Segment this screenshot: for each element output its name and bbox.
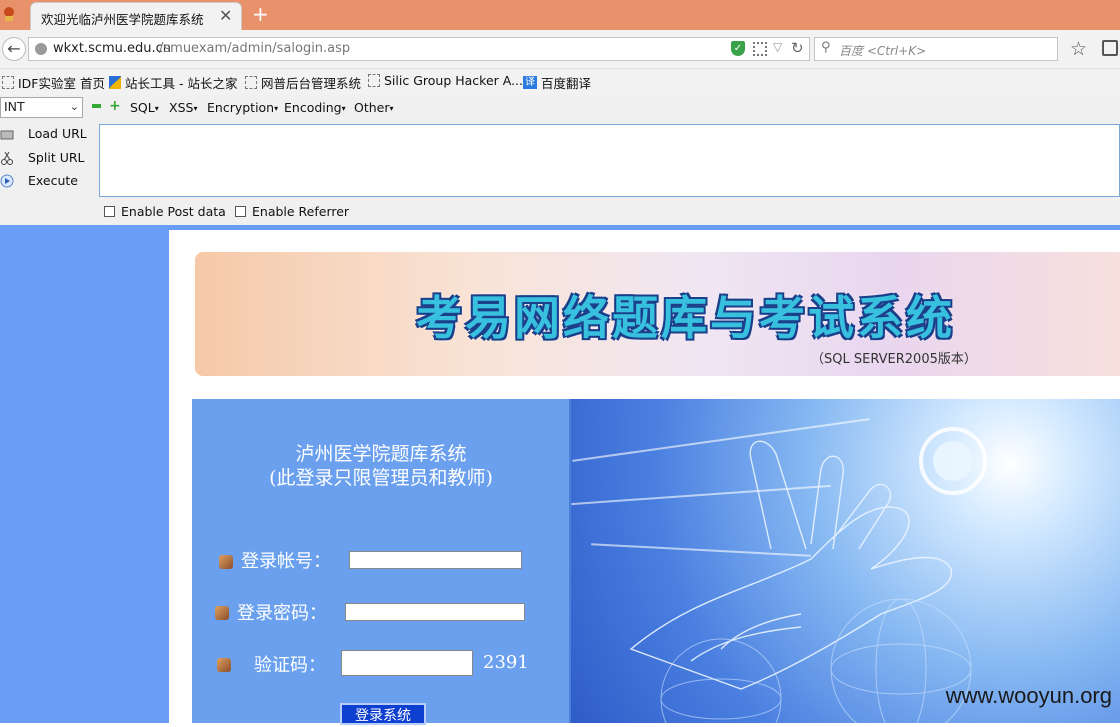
type-select-value: INT (4, 99, 25, 114)
page-icon (2, 76, 14, 89)
page-container: 考易网络题库与考试系统 （SQL SERVER2005版本） 泸州医学院题库系统… (169, 230, 1120, 725)
new-tab-button[interactable]: + (252, 2, 269, 26)
decrease-icon[interactable] (92, 104, 101, 108)
tool-icon (109, 76, 121, 89)
type-select[interactable]: INT ⌄ (0, 97, 83, 118)
bookmark-label: Silic Group Hacker A... (384, 73, 524, 88)
page-viewport: 考易网络题库与考试系统 （SQL SERVER2005版本） 泸州医学院题库系统… (0, 225, 1120, 725)
qrcode-icon[interactable] (753, 42, 767, 56)
search-placeholder: 百度 <Ctrl+K> (839, 44, 927, 58)
user-icon (219, 555, 233, 569)
captcha-code: 2391 (483, 652, 529, 673)
shield-icon[interactable]: ✓ (731, 41, 745, 56)
bookmark-item[interactable]: 站长工具 - 站长之家 (109, 73, 237, 92)
menu-encoding[interactable]: Encoding▾ (284, 100, 346, 115)
globe-icon (35, 43, 47, 55)
bookmark-label: 网普后台管理系统 (261, 76, 362, 91)
tab-strip: 欢迎光临泸州医学院题库系统 ✕ + (0, 0, 1120, 30)
captcha-input[interactable] (341, 650, 473, 676)
banner-subtitle: （SQL SERVER2005版本） (811, 352, 977, 367)
account-label: 登录帐号： (241, 551, 331, 572)
page-icon (245, 76, 257, 89)
url-textarea[interactable] (99, 124, 1120, 197)
bookmark-item[interactable]: 译 百度翻译 (523, 73, 591, 92)
header-banner: 考易网络题库与考试系统 （SQL SERVER2005版本） (195, 252, 1120, 376)
captcha-label: 验证码： (254, 655, 326, 676)
user-icon (215, 606, 229, 620)
play-icon (0, 174, 14, 188)
back-button[interactable]: ← (2, 37, 26, 61)
login-panel: 泸州医学院题库系统 (此登录只限管理员和教师) 登录帐号： 登录密码： 验证码：… (192, 399, 570, 725)
bookmark-item[interactable]: 网普后台管理系统 (245, 73, 361, 92)
banner-title: 考易网络题库与考试系统 (416, 291, 955, 345)
enable-post-checkbox[interactable]: Enable Post data (104, 204, 226, 219)
checkbox-box[interactable] (235, 206, 246, 217)
app-icon (2, 6, 16, 22)
login-subtitle: (此登录只限管理员和教师) (269, 467, 493, 489)
execute-button[interactable]: Execute (0, 173, 78, 188)
bookmark-star-icon[interactable]: ☆ (1070, 38, 1087, 60)
increase-icon[interactable]: + (109, 99, 121, 113)
split-url-button[interactable]: Split URL (0, 150, 85, 165)
navigation-bar: ← wkxt.scmu.edu.cn /smuexam/admin/salogi… (0, 30, 1120, 69)
page-icon (368, 74, 380, 87)
password-input[interactable] (345, 603, 525, 621)
account-input[interactable] (349, 551, 522, 569)
url-path: /smuexam/admin/salogin.asp (159, 41, 351, 56)
bookmark-item[interactable]: Silic Group Hacker A... (368, 73, 523, 88)
menu-encryption[interactable]: Encryption▾ (207, 100, 278, 115)
checkbox-box[interactable] (104, 206, 115, 217)
scissors-icon (0, 151, 14, 165)
browser-tab[interactable]: 欢迎光临泸州医学院题库系统 ✕ (30, 2, 242, 30)
menu-xss[interactable]: XSS▾ (169, 100, 197, 115)
login-button[interactable]: 登录系统 (340, 703, 426, 725)
close-icon[interactable]: ✕ (219, 6, 232, 25)
bookmarks-bar: IDF实验室 首页 站长工具 - 站长之家 网普后台管理系统 Silic Gro… (0, 69, 1120, 95)
decorative-image: www.wooyun.org (571, 399, 1120, 723)
menu-other[interactable]: Other▾ (354, 100, 394, 115)
menu-sql[interactable]: SQL▾ (130, 100, 159, 115)
reload-icon[interactable]: ↻ (791, 39, 804, 57)
load-url-button[interactable]: Load URL (0, 126, 87, 141)
login-title: 泸州医学院题库系统 (295, 443, 467, 465)
hackbar-panel: INT ⌄ + SQL▾ XSS▾ Encryption▾ Encoding▾ … (0, 95, 1120, 225)
translate-icon: 译 (523, 76, 537, 89)
tab-title: 欢迎光临泸州医学院题库系统 (41, 12, 204, 27)
bookmark-label: 百度翻译 (541, 76, 592, 91)
enable-referrer-checkbox[interactable]: Enable Referrer (235, 204, 349, 219)
search-input[interactable]: ⚲ 百度 <Ctrl+K> (814, 37, 1058, 61)
address-bar[interactable]: wkxt.scmu.edu.cn /smuexam/admin/salogin.… (28, 37, 810, 61)
search-icon: ⚲ (821, 40, 831, 55)
password-label: 登录密码： (237, 603, 327, 624)
user-icon (217, 658, 231, 672)
url-host: wkxt.scmu.edu.cn (53, 41, 172, 56)
reader-view-icon[interactable] (1102, 40, 1118, 56)
bookmark-label: 站长工具 - 站长之家 (125, 76, 238, 91)
chevron-down-icon: ⌄ (69, 100, 79, 113)
dropdown-icon[interactable]: ▽ (773, 40, 782, 54)
load-icon (0, 127, 14, 141)
bookmark-item[interactable]: IDF实验室 首页 (2, 73, 105, 92)
bookmark-label: IDF实验室 首页 (18, 76, 105, 91)
watermark-text: www.wooyun.org (945, 683, 1112, 708)
